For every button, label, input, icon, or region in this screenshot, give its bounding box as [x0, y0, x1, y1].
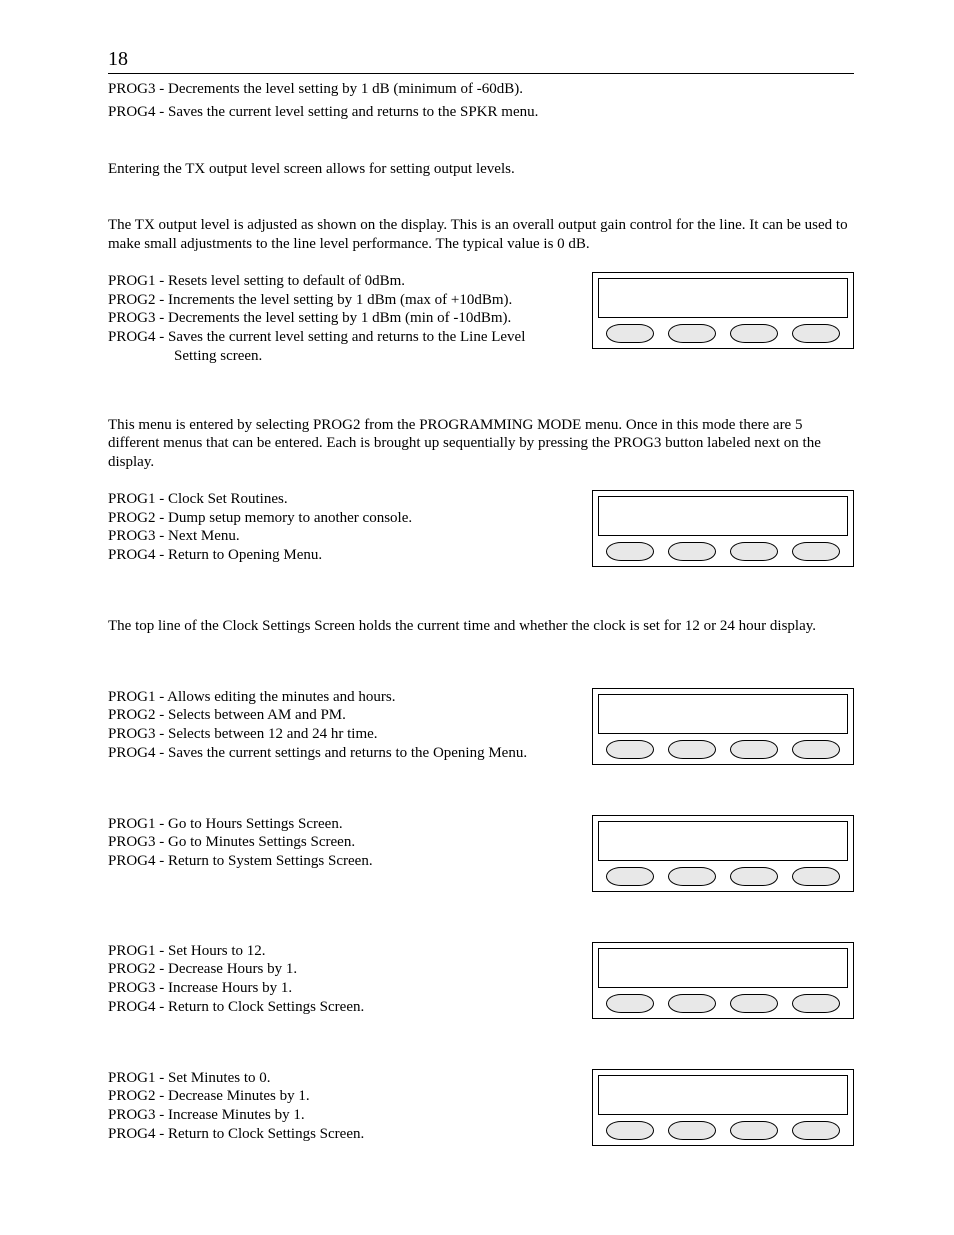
lcd-button-row [593, 540, 853, 566]
minutes-prog3: PROG3 - Increase Minutes by 1. [108, 1106, 576, 1125]
prog2-button[interactable] [668, 740, 716, 759]
tx-prog2: PROG2 - Increments the level setting by … [108, 291, 576, 310]
minutes-section-row: PROG1 - Set Minutes to 0. PROG2 - Decrea… [108, 1069, 854, 1146]
prog3-button[interactable] [730, 1121, 778, 1140]
minutes-prog2: PROG2 - Decrease Minutes by 1. [108, 1087, 576, 1106]
lcd-screen [598, 821, 848, 861]
edit-clock-section-row: PROG1 - Go to Hours Settings Screen. PRO… [108, 815, 854, 892]
page-number: 18 [108, 48, 854, 71]
edit-clock-prog-list: PROG1 - Go to Hours Settings Screen. PRO… [108, 815, 592, 871]
prog2-button[interactable] [668, 867, 716, 886]
prog1-button[interactable] [606, 994, 654, 1013]
sys-prog1: PROG1 - Clock Set Routines. [108, 490, 576, 509]
intro-line-1: PROG3 - Decrements the level setting by … [108, 80, 854, 99]
lcd-screen [598, 1075, 848, 1115]
tx-intro: Entering the TX output level screen allo… [108, 160, 854, 179]
intro-line-2: PROG4 - Saves the current level setting … [108, 103, 854, 122]
tx-prog1: PROG1 - Resets level setting to default … [108, 272, 576, 291]
hours-prog4: PROG4 - Return to Clock Settings Screen. [108, 998, 576, 1017]
sys-prog-list: PROG1 - Clock Set Routines. PROG2 - Dump… [108, 490, 592, 565]
clock-prog3: PROG3 - Selects between 12 and 24 hr tim… [108, 725, 576, 744]
sys-prog2: PROG2 - Dump setup memory to another con… [108, 509, 576, 528]
prog4-button[interactable] [792, 1121, 840, 1140]
lcd-button-row [593, 322, 853, 348]
lcd-panel-sys [592, 490, 854, 567]
tx-prog3: PROG3 - Decrements the level setting by … [108, 309, 576, 328]
prog4-button[interactable] [792, 867, 840, 886]
page: 18 PROG3 - Decrements the level setting … [0, 0, 954, 1202]
page-rule [108, 73, 854, 74]
tx-prog4b: Setting screen. [108, 347, 576, 366]
lcd-panel-tx [592, 272, 854, 349]
prog3-button[interactable] [730, 542, 778, 561]
lcd-button-row [593, 865, 853, 891]
prog1-button[interactable] [606, 324, 654, 343]
prog4-button[interactable] [792, 740, 840, 759]
sys-desc: This menu is entered by selecting PROG2 … [108, 416, 854, 472]
prog4-button[interactable] [792, 994, 840, 1013]
prog3-button[interactable] [730, 740, 778, 759]
tx-desc: The TX output level is adjusted as shown… [108, 216, 854, 254]
sys-prog3: PROG3 - Next Menu. [108, 527, 576, 546]
minutes-prog1: PROG1 - Set Minutes to 0. [108, 1069, 576, 1088]
lcd-screen [598, 948, 848, 988]
prog2-button[interactable] [668, 542, 716, 561]
tx-prog-list: PROG1 - Resets level setting to default … [108, 272, 592, 366]
lcd-panel-clock [592, 688, 854, 765]
hours-prog2: PROG2 - Decrease Hours by 1. [108, 960, 576, 979]
minutes-prog-list: PROG1 - Set Minutes to 0. PROG2 - Decrea… [108, 1069, 592, 1144]
prog3-button[interactable] [730, 324, 778, 343]
sys-section-row: PROG1 - Clock Set Routines. PROG2 - Dump… [108, 490, 854, 567]
clock-prog1: PROG1 - Allows editing the minutes and h… [108, 688, 576, 707]
minutes-prog4: PROG4 - Return to Clock Settings Screen. [108, 1125, 576, 1144]
lcd-panel-minutes [592, 1069, 854, 1146]
prog1-button[interactable] [606, 1121, 654, 1140]
tx-prog4a: PROG4 - Saves the current level setting … [108, 328, 576, 347]
prog2-button[interactable] [668, 1121, 716, 1140]
edit-clock-prog3: PROG3 - Go to Minutes Settings Screen. [108, 833, 576, 852]
hours-prog1: PROG1 - Set Hours to 12. [108, 942, 576, 961]
lcd-panel-edit-clock [592, 815, 854, 892]
clock-prog4: PROG4 - Saves the current settings and r… [108, 744, 576, 763]
clock-prog-list: PROG1 - Allows editing the minutes and h… [108, 688, 592, 763]
clock-desc: The top line of the Clock Settings Scree… [108, 617, 854, 636]
hours-prog-list: PROG1 - Set Hours to 12. PROG2 - Decreas… [108, 942, 592, 1017]
tx-section-row: PROG1 - Resets level setting to default … [108, 272, 854, 366]
lcd-screen [598, 694, 848, 734]
edit-clock-prog4: PROG4 - Return to System Settings Screen… [108, 852, 576, 871]
lcd-panel-hours [592, 942, 854, 1019]
lcd-button-row [593, 738, 853, 764]
prog4-button[interactable] [792, 324, 840, 343]
hours-section-row: PROG1 - Set Hours to 12. PROG2 - Decreas… [108, 942, 854, 1019]
lcd-screen [598, 278, 848, 318]
clock-section-row: PROG1 - Allows editing the minutes and h… [108, 688, 854, 765]
hours-prog3: PROG3 - Increase Hours by 1. [108, 979, 576, 998]
prog2-button[interactable] [668, 994, 716, 1013]
lcd-screen [598, 496, 848, 536]
prog4-button[interactable] [792, 542, 840, 561]
prog2-button[interactable] [668, 324, 716, 343]
prog3-button[interactable] [730, 867, 778, 886]
prog3-button[interactable] [730, 994, 778, 1013]
lcd-button-row [593, 992, 853, 1018]
sys-prog4: PROG4 - Return to Opening Menu. [108, 546, 576, 565]
clock-prog2: PROG2 - Selects between AM and PM. [108, 706, 576, 725]
prog1-button[interactable] [606, 867, 654, 886]
prog1-button[interactable] [606, 542, 654, 561]
prog1-button[interactable] [606, 740, 654, 759]
edit-clock-prog1: PROG1 - Go to Hours Settings Screen. [108, 815, 576, 834]
lcd-button-row [593, 1119, 853, 1145]
